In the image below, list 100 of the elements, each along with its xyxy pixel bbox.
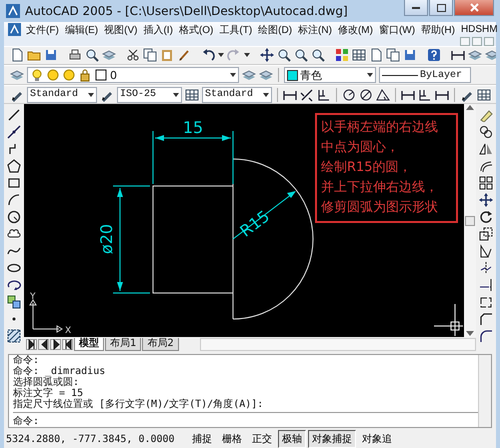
table-style-dropdown[interactable]: Standard [202, 86, 272, 103]
menu-item[interactable]: 修改(M) [336, 22, 374, 37]
scale-icon[interactable] [479, 227, 493, 241]
layers-icon[interactable] [468, 48, 482, 62]
block-icon[interactable] [7, 295, 21, 309]
ordinate-dimension-icon[interactable] [317, 88, 331, 102]
tab-nav-button[interactable] [26, 339, 37, 350]
tab-nav-button[interactable] [50, 339, 61, 350]
menu-item[interactable]: 标注(N) [297, 22, 333, 37]
radius-dimension-icon[interactable] [342, 88, 356, 102]
table-icon[interactable] [185, 88, 199, 102]
chamfer-icon[interactable] [479, 312, 493, 326]
magnifier-icon[interactable] [85, 48, 99, 62]
layers-icon[interactable] [259, 68, 273, 82]
help-icon[interactable] [427, 48, 441, 62]
menu-item[interactable]: 格式(O) [178, 22, 214, 37]
status-toggle[interactable]: 栅格 [218, 430, 246, 448]
caret-icon[interactable] [244, 53, 250, 58]
stretch-icon[interactable] [479, 244, 493, 258]
table-icon[interactable] [477, 88, 491, 102]
ellipse-arc-icon[interactable] [7, 278, 21, 292]
clipboard-icon[interactable] [160, 48, 174, 62]
array-icon[interactable] [479, 176, 493, 190]
linetype-dropdown[interactable]: ByLayer [379, 67, 471, 84]
menu-item[interactable]: 文件(F) [25, 22, 60, 37]
linear-dimension-icon[interactable] [451, 48, 465, 62]
magnifier-icon[interactable] [311, 48, 325, 62]
dimension-style-dropdown[interactable]: ISO-25 [117, 86, 182, 103]
status-toggle[interactable]: 正交 [248, 430, 276, 448]
color-dropdown[interactable]: 青色 [284, 67, 376, 84]
break-icon[interactable] [479, 295, 493, 309]
magnifier-icon[interactable] [277, 48, 291, 62]
extend-icon[interactable] [479, 278, 493, 292]
status-toggle[interactable]: 极轴 [278, 430, 306, 448]
fillet-icon[interactable] [479, 329, 493, 343]
menu-item[interactable]: 窗口(W) [378, 22, 416, 37]
angle-dimension-icon[interactable] [376, 88, 390, 102]
layout-tab[interactable]: 布局2 [142, 338, 179, 351]
scissors-icon[interactable] [126, 48, 140, 62]
arc-icon[interactable] [7, 193, 21, 207]
ellipse-icon[interactable] [7, 261, 21, 275]
line-icon[interactable] [7, 108, 21, 122]
menu-item[interactable]: 插入(I) [142, 22, 174, 37]
mirror-icon[interactable] [479, 142, 493, 156]
polygon-icon[interactable] [7, 159, 21, 173]
layout-tab[interactable]: 模型 [74, 338, 104, 351]
layer-dropdown[interactable]: 0 [27, 67, 239, 84]
magnifier-icon[interactable] [294, 48, 308, 62]
diameter-dimension-icon[interactable] [359, 88, 373, 102]
page-icon[interactable] [10, 48, 24, 62]
menu-item[interactable]: 帮助(H) [420, 22, 456, 37]
text-style-dropdown[interactable]: Standard [27, 86, 97, 103]
move-icon[interactable] [479, 193, 493, 207]
circles-icon[interactable] [479, 125, 493, 139]
vertical-scrollbar[interactable] [464, 104, 476, 337]
save-icon[interactable] [44, 48, 58, 62]
app-icon[interactable] [8, 23, 21, 36]
printer-icon[interactable] [68, 48, 82, 62]
offset-icon[interactable] [479, 159, 493, 173]
status-toggle[interactable]: 对象追 [358, 430, 396, 448]
save-icon[interactable] [403, 48, 417, 62]
layers-icon[interactable] [485, 48, 496, 62]
layers-icon[interactable] [242, 68, 256, 82]
maximize-button[interactable] [429, 0, 453, 16]
copy-icon[interactable] [386, 48, 400, 62]
menu-item[interactable]: 编辑(E) [64, 22, 100, 37]
tab-nav-button[interactable] [62, 339, 73, 350]
layout-tab[interactable]: 布局1 [105, 338, 142, 351]
page-icon[interactable] [369, 48, 383, 62]
scroll-thumb[interactable] [465, 216, 475, 226]
status-toggle[interactable]: 捕捉 [188, 430, 216, 448]
construction-line-icon[interactable] [7, 125, 21, 139]
menu-item[interactable]: 工具(T) [218, 22, 254, 37]
status-toggle[interactable]: 对象捕捉 [308, 430, 356, 448]
menu-item[interactable]: 视图(V) [103, 22, 138, 37]
rotate-icon[interactable] [479, 210, 493, 224]
hatch-icon[interactable] [7, 329, 21, 343]
eraser-icon[interactable] [479, 108, 493, 122]
copy-icon[interactable] [143, 48, 157, 62]
horizontal-scrollbar[interactable] [200, 338, 476, 351]
table-icon[interactable] [352, 48, 366, 62]
trim-icon[interactable] [479, 261, 493, 275]
layers-icon[interactable] [102, 48, 116, 62]
minimize-button[interactable] [404, 0, 428, 16]
aligned-dimension-icon[interactable] [300, 88, 314, 102]
ordinate-dimension-icon[interactable] [418, 88, 432, 102]
close-button[interactable] [454, 0, 494, 16]
menu-item[interactable]: HDSHM [460, 24, 499, 36]
rectangle-icon[interactable] [7, 176, 21, 190]
command-prompt[interactable]: 命令: [13, 416, 40, 427]
vertical-scrollbar[interactable] [478, 355, 491, 427]
move-icon[interactable] [260, 48, 274, 62]
scroll-up-icon[interactable] [466, 104, 474, 110]
undo-icon[interactable] [201, 48, 215, 62]
circle-icon[interactable] [7, 210, 21, 224]
layers-icon[interactable] [10, 68, 24, 82]
grid-icon[interactable] [335, 48, 349, 62]
menu-item[interactable]: 绘图(D) [257, 22, 294, 37]
tab-nav-button[interactable] [38, 339, 49, 350]
brush-icon[interactable] [177, 48, 191, 62]
